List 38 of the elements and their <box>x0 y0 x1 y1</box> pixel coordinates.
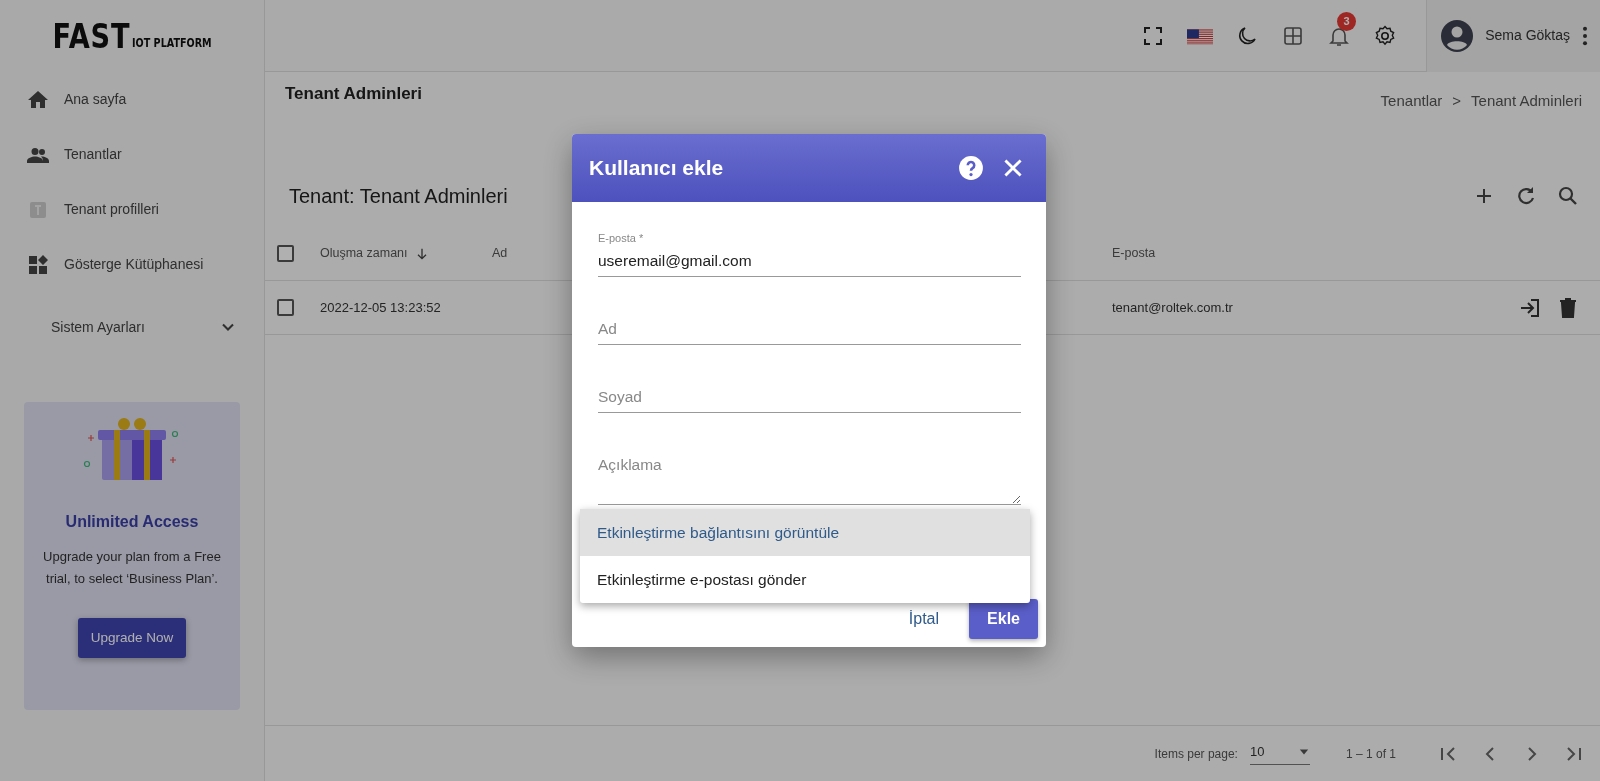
user-name: Sema Göktaş <box>1485 26 1570 45</box>
column-header[interactable]: E-posta <box>1112 244 1600 263</box>
promo-text: Upgrade your plan from a Free trial, to select ‘Business Plan’. <box>42 548 222 588</box>
sidebar-section[interactable]: Sistem Ayarları <box>0 296 264 358</box>
dropdown-option[interactable]: Etkinleştirme bağlantısını görüntüle <box>580 509 1030 556</box>
page-title: Tenant Adminleri <box>285 83 422 105</box>
dashboard-icon <box>26 252 50 277</box>
dialog-title: Kullanıcı ekle <box>589 155 724 182</box>
add-button[interactable]: Ekle <box>969 599 1038 639</box>
select-all-checkbox[interactable] <box>277 245 294 262</box>
input-field[interactable]: useremail@gmail.com <box>598 246 1021 277</box>
avatar-icon[interactable] <box>1441 19 1474 52</box>
table-cell-text: tenant@roltek.com.tr <box>1112 298 1234 317</box>
column-header[interactable]: Oluşma zamanı <box>320 244 492 263</box>
table-title: Tenant: Tenant Adminleri <box>289 184 508 209</box>
sidebar-item[interactable]: Gösterge Kütüphanesi <box>0 237 264 292</box>
sidebar-item[interactable]: Tenantlar <box>0 127 264 182</box>
page-size-select[interactable]: 10 <box>1249 741 1310 766</box>
more-icon[interactable] <box>1582 24 1588 47</box>
breadcrumb-separator: > <box>1452 91 1462 111</box>
input-field[interactable]: Ad <box>598 314 1021 345</box>
text-area[interactable]: Açıklama <box>598 451 1021 506</box>
logo-subtitle: IOT PLATFORM <box>131 35 212 52</box>
notification-badge: 3 <box>1337 11 1357 31</box>
input-field[interactable]: Soyad <box>598 383 1021 414</box>
promo-title: Unlimited Access <box>65 512 199 532</box>
paginator-label: Items per page: <box>1154 745 1238 763</box>
sidebar-item[interactable]: Tenant profilleri <box>0 182 264 237</box>
upgrade-button[interactable]: Upgrade Now <box>77 618 187 659</box>
table-cell-text: 2022-12-05 13:23:52 <box>320 298 442 317</box>
logo-text: FAST <box>52 19 130 53</box>
row-checkbox[interactable] <box>277 299 294 316</box>
breadcrumb-link[interactable]: Tenantlar <box>1380 90 1443 180</box>
sidebar-item[interactable]: Ana sayfa <box>0 72 264 127</box>
help-icon[interactable] <box>958 155 984 181</box>
page-range: 1 – 1 of 1 <box>1345 745 1396 763</box>
breadcrumb-link[interactable]: Tenant Adminleri <box>1471 90 1582 180</box>
field-label: E-posta * <box>598 231 645 246</box>
